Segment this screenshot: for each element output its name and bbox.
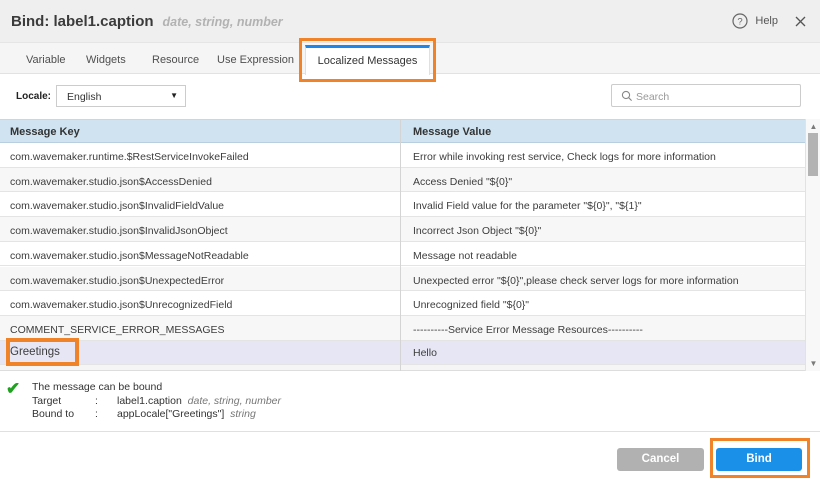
svg-text:?: ?	[738, 17, 743, 28]
